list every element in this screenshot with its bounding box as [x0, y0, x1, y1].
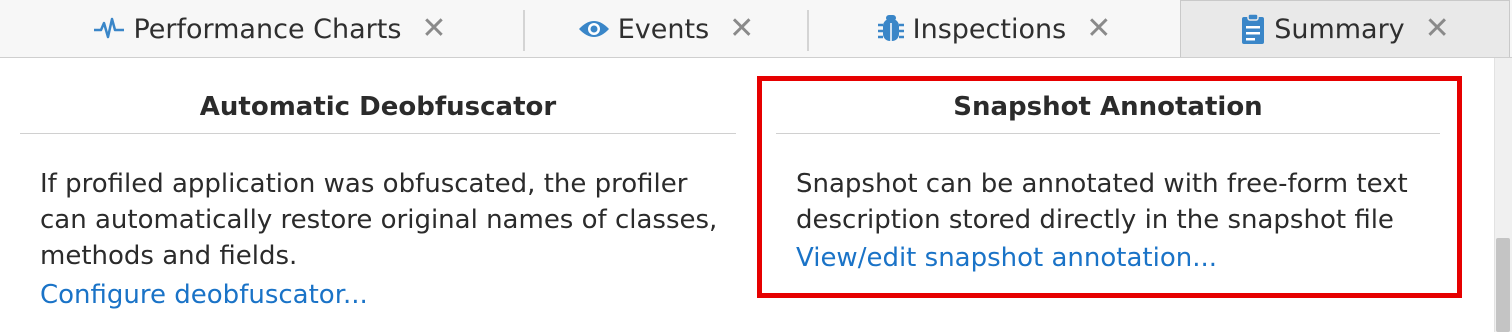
tab-summary[interactable]: Summary ✕ — [1180, 0, 1510, 57]
scrollbar-thumb[interactable] — [1496, 238, 1510, 332]
highlight-box — [757, 76, 1462, 298]
tab-label: Summary — [1274, 13, 1405, 45]
close-icon[interactable]: ✕ — [729, 14, 754, 44]
deobfuscator-title: Automatic Deobfuscator — [199, 92, 557, 122]
bug-icon — [877, 14, 905, 44]
tab-performance-charts[interactable]: Performance Charts ✕ — [20, 0, 520, 58]
tab-separator — [807, 10, 809, 51]
tab-events[interactable]: Events ✕ — [526, 0, 806, 58]
close-icon[interactable]: ✕ — [1086, 14, 1111, 44]
divider — [20, 133, 736, 134]
deobfuscator-description: If profiled application was obfuscated, … — [40, 169, 718, 271]
tab-label: Inspections — [912, 13, 1067, 45]
close-icon[interactable]: ✕ — [1425, 14, 1450, 44]
pulse-icon — [93, 17, 125, 41]
tab-inspections[interactable]: Inspections ✕ — [810, 0, 1178, 58]
tab-label: Events — [617, 13, 710, 45]
eye-icon — [578, 18, 610, 40]
tab-separator — [523, 10, 525, 51]
tab-label: Performance Charts — [133, 13, 402, 45]
configure-deobfuscator-link[interactable]: Configure deobfuscator... — [40, 280, 368, 310]
tab-bar: Performance Charts ✕ Events ✕ Inspection… — [0, 0, 1512, 58]
clipboard-icon — [1240, 13, 1266, 45]
close-icon[interactable]: ✕ — [421, 14, 446, 44]
